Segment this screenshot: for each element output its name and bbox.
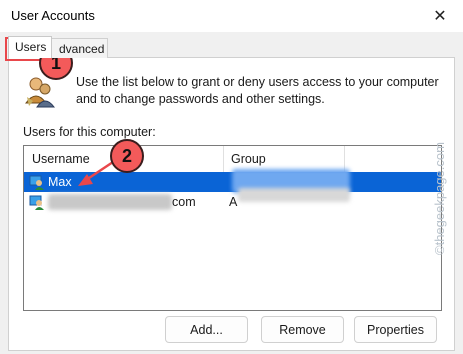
users-list[interactable]: Username Group Max com A (23, 145, 442, 311)
list-header: Username Group (24, 146, 441, 172)
redacted-group (238, 188, 350, 202)
user-name: Max (48, 175, 72, 189)
intro-text: Use the list below to grant or deny user… (76, 75, 439, 106)
column-header-username[interactable]: Username (32, 152, 90, 166)
annotation-badge-2: 2 (110, 139, 144, 173)
tab-advanced-label: dvanced (59, 42, 105, 56)
users-list-label: Users for this computer: (23, 125, 156, 139)
tab-advanced[interactable]: dvanced (44, 38, 108, 58)
column-separator[interactable] (223, 146, 224, 172)
column-header-group[interactable]: Group (231, 152, 266, 166)
users-tab-panel: Use the list below to grant or deny user… (8, 57, 455, 351)
remove-button[interactable]: Remove (261, 316, 344, 343)
close-icon: ✕ (433, 8, 447, 25)
watermark-text: ©thegeekpage.com (432, 142, 447, 255)
tab-users-label: Users (15, 40, 47, 54)
user-group: A (229, 195, 238, 209)
title-bar: User Accounts ✕ (0, 0, 463, 32)
user-icon (29, 195, 44, 210)
tab-strip: Users dvanced (0, 32, 463, 58)
window-title: User Accounts (11, 8, 95, 23)
user-name: com (172, 195, 196, 209)
close-button[interactable]: ✕ (417, 0, 463, 32)
watermark: ©thegeekpage.com (432, 142, 447, 255)
tab-users[interactable]: Users (8, 36, 52, 58)
list-item[interactable]: com A (24, 188, 441, 212)
properties-button[interactable]: Properties (354, 316, 437, 343)
users-icon (25, 77, 56, 108)
add-button[interactable]: Add... (165, 316, 248, 343)
user-icon (29, 175, 44, 190)
list-item[interactable]: Max (24, 169, 441, 193)
redacted-username (48, 194, 172, 210)
